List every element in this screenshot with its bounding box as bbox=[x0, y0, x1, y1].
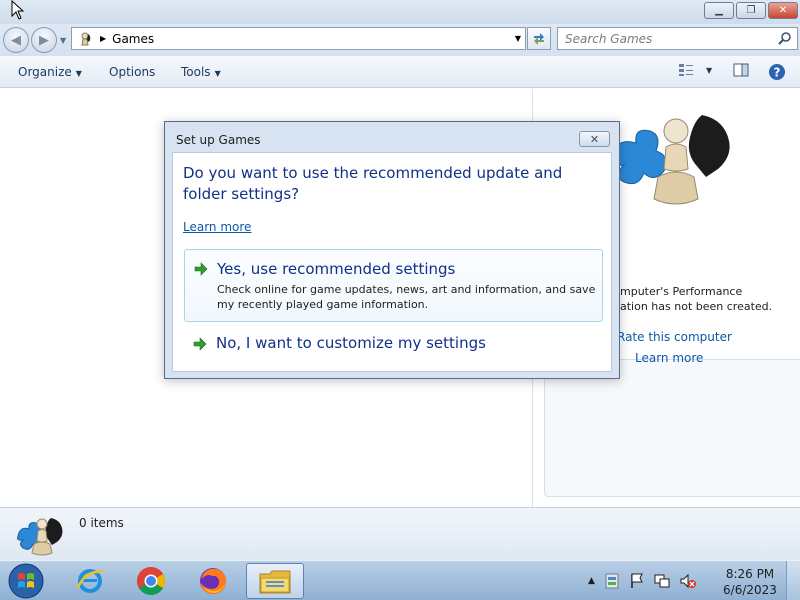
games-explorer-icon bbox=[611, 115, 730, 205]
chevron-down-icon: ▼ bbox=[214, 69, 221, 78]
file-explorer-icon bbox=[259, 570, 291, 594]
performance-text-line1: mputer's Performance bbox=[620, 285, 743, 298]
dialog-question: Do you want to use the recommended updat… bbox=[183, 164, 563, 203]
minimize-button[interactable]: ▁ bbox=[704, 2, 734, 19]
set-up-games-dialog: Set up Games ✕ Do you want to use the re… bbox=[164, 121, 620, 379]
internet-explorer-icon bbox=[76, 569, 104, 593]
performance-info-panel bbox=[544, 359, 800, 497]
help-button[interactable]: ? bbox=[768, 63, 786, 81]
search-input[interactable] bbox=[558, 28, 768, 49]
recommended-option-heading: Yes, use recommended settings bbox=[217, 260, 456, 278]
customize-settings-option[interactable]: No, I want to customize my settings bbox=[184, 329, 603, 359]
customize-option-heading: No, I want to customize my settings bbox=[216, 334, 486, 352]
organize-menu[interactable]: Organize ▼ bbox=[18, 65, 82, 79]
dialog-close-button[interactable]: ✕ bbox=[579, 131, 610, 147]
clock-time: 8:26 PM bbox=[725, 567, 775, 581]
green-arrow-icon bbox=[193, 337, 207, 351]
chevron-down-icon: ▼ bbox=[75, 69, 82, 78]
rate-this-computer-link[interactable]: Rate this computer bbox=[617, 330, 732, 344]
internet-explorer-taskbar-button[interactable] bbox=[62, 563, 118, 599]
details-status-bar: 0 items bbox=[0, 507, 800, 560]
address-dropdown-icon[interactable]: ▼ bbox=[515, 34, 521, 43]
start-button[interactable] bbox=[0, 563, 52, 599]
view-icon bbox=[679, 64, 693, 76]
item-count: 0 items bbox=[79, 516, 124, 530]
use-recommended-settings-option[interactable]: Yes, use recommended settings Check onli… bbox=[184, 249, 603, 322]
breadcrumb-separator-icon[interactable]: ▶ bbox=[100, 34, 106, 43]
dialog-body: Do you want to use the recommended updat… bbox=[172, 152, 612, 372]
taskbar: ▲ 8:26 PM 6/6/2023 bbox=[0, 560, 800, 600]
green-arrow-icon bbox=[194, 262, 208, 276]
volume-muted-icon[interactable] bbox=[679, 572, 697, 590]
close-window-button[interactable]: ✕ bbox=[768, 2, 798, 19]
search-box[interactable] bbox=[557, 27, 798, 50]
learn-more-link[interactable]: Learn more bbox=[635, 351, 703, 365]
games-folder-icon bbox=[76, 30, 94, 48]
show-hidden-icons-icon[interactable]: ▲ bbox=[588, 576, 595, 586]
organize-label: Organize bbox=[18, 65, 72, 79]
show-desktop-button[interactable] bbox=[786, 561, 800, 600]
firefox-taskbar-button[interactable] bbox=[185, 563, 241, 599]
window-title-bar: ▁ ❐ ✕ bbox=[0, 0, 800, 24]
navigation-bar: ◀ ▶ ▼ ▶ Games ▼ bbox=[0, 24, 800, 56]
dialog-title: Set up Games bbox=[176, 133, 261, 147]
windows-explorer-taskbar-button[interactable] bbox=[246, 563, 304, 599]
maximize-button[interactable]: ❐ bbox=[736, 2, 766, 19]
start-orb-icon bbox=[8, 563, 44, 599]
back-button[interactable]: ◀ bbox=[3, 27, 29, 53]
search-icon[interactable] bbox=[778, 31, 792, 45]
preview-pane-icon bbox=[733, 63, 749, 77]
command-bar: Organize ▼ Options Tools ▼ ▼ ? bbox=[0, 56, 800, 88]
tools-menu[interactable]: Tools ▼ bbox=[181, 65, 221, 79]
performance-text-line2: ation has not been created. bbox=[620, 300, 773, 313]
breadcrumb-games[interactable]: Games bbox=[112, 32, 154, 46]
chrome-icon bbox=[137, 567, 165, 595]
tools-label: Tools bbox=[181, 65, 211, 79]
forward-button[interactable]: ▶ bbox=[31, 27, 57, 53]
refresh-button[interactable] bbox=[527, 27, 551, 50]
svg-text:?: ? bbox=[774, 66, 781, 80]
recent-pages-dropdown-icon[interactable]: ▼ bbox=[60, 36, 66, 45]
chrome-taskbar-button[interactable] bbox=[123, 563, 179, 599]
chevron-down-icon: ▼ bbox=[706, 65, 713, 75]
mouse-cursor-icon bbox=[11, 0, 25, 20]
tray-app-icon[interactable] bbox=[603, 572, 621, 590]
window-controls: ▁ ❐ ✕ bbox=[704, 2, 798, 19]
help-icon: ? bbox=[769, 64, 785, 80]
preview-pane-button[interactable] bbox=[733, 63, 749, 77]
address-bar[interactable]: ▶ Games ▼ bbox=[71, 27, 526, 50]
refresh-icon bbox=[534, 32, 544, 45]
options-button[interactable]: Options bbox=[109, 65, 155, 79]
network-icon[interactable] bbox=[653, 572, 671, 590]
view-options[interactable]: ▼ bbox=[678, 63, 712, 77]
clock[interactable]: 8:26 PM 6/6/2023 bbox=[722, 566, 778, 598]
learn-more-link[interactable]: Learn more bbox=[183, 220, 251, 234]
recommended-option-description: Check online for game updates, news, art… bbox=[217, 283, 596, 311]
system-tray: ▲ bbox=[588, 561, 697, 600]
firefox-icon bbox=[200, 568, 227, 594]
games-folder-icon bbox=[17, 518, 63, 556]
action-center-flag-icon[interactable] bbox=[629, 572, 645, 590]
clock-date: 6/6/2023 bbox=[723, 583, 777, 597]
